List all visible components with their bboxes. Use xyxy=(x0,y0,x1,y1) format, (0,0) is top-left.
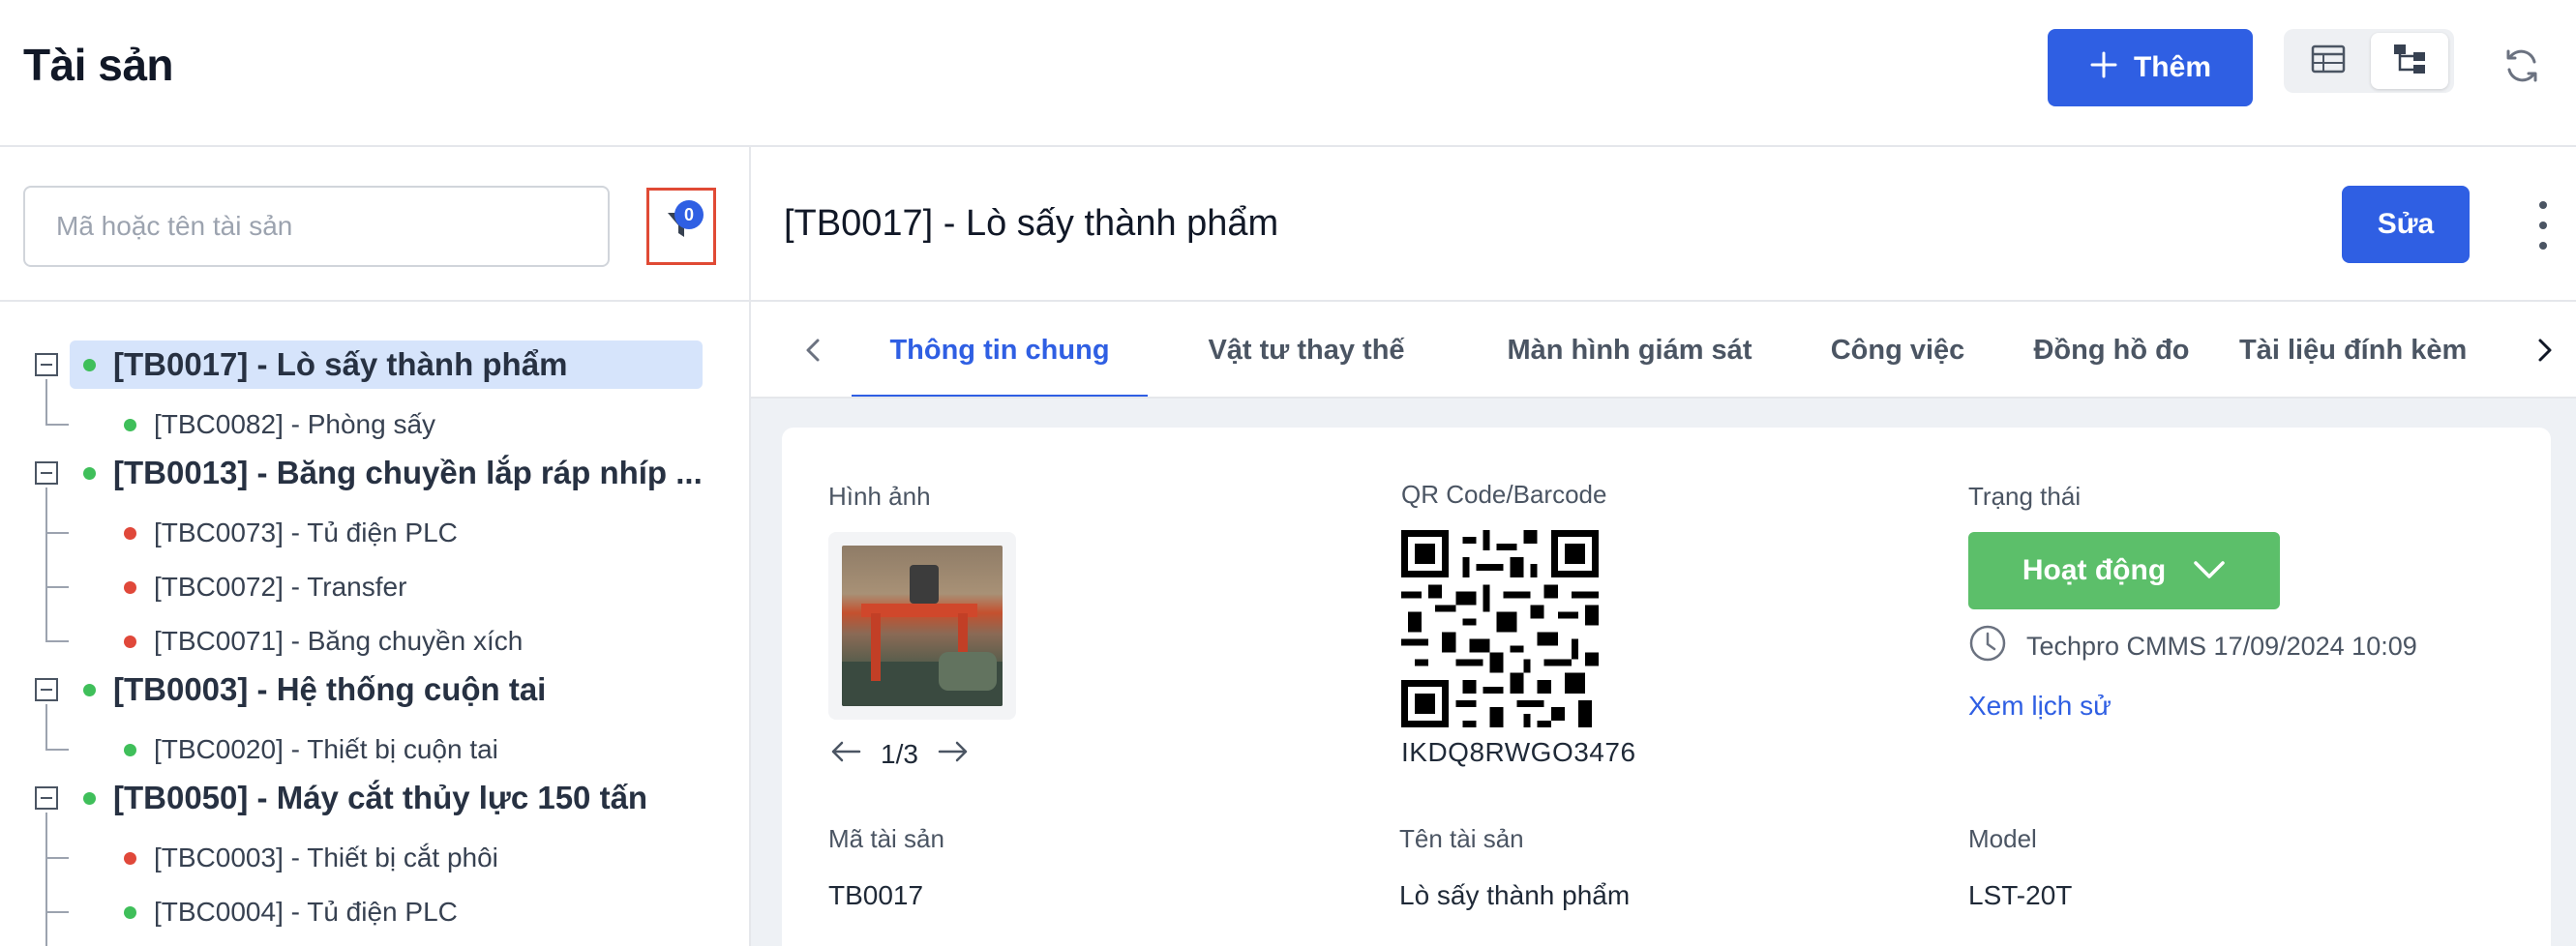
tree-connector xyxy=(45,532,69,534)
table-icon xyxy=(2311,44,2346,78)
general-info-card: Hình ảnh 1/3 QR Code/Barcode IKDQ8RWGO34… xyxy=(782,428,2551,946)
status-dot xyxy=(83,358,96,371)
tab-spare-parts[interactable]: Vật tư thay thế xyxy=(1161,302,1452,397)
add-button-label: Thêm xyxy=(2133,51,2211,83)
tree-child-node[interactable]: [TBC0020] - Thiết bị cuộn tai xyxy=(0,727,735,772)
status-dot xyxy=(124,526,136,540)
qr-label: QR Code/Barcode xyxy=(1401,480,1607,509)
collapse-toggle[interactable] xyxy=(35,461,58,485)
add-button[interactable]: Thêm xyxy=(2048,29,2253,106)
tab-attachments[interactable]: Tài liệu đính kèm xyxy=(2239,302,2510,397)
tree-connector xyxy=(45,749,69,751)
tree-node[interactable]: [TB0017] - Lò sấy thành phẩm xyxy=(0,340,735,389)
search-input[interactable] xyxy=(23,186,610,267)
asset-code-value: TB0017 xyxy=(828,880,924,910)
image-pager-text: 1/3 xyxy=(881,739,918,769)
tree-node-label[interactable]: [TB0050] - Máy cắt thủy lực 150 tấn xyxy=(70,774,667,822)
search-bar: 0 xyxy=(0,147,749,302)
tab-monitoring[interactable]: Màn hình giám sát xyxy=(1467,302,1792,397)
status-dot xyxy=(83,683,96,696)
arrow-left-icon[interactable] xyxy=(830,739,861,770)
filter-count-badge: 0 xyxy=(674,200,704,229)
detail-title: [TB0017] - Lò sấy thành phẩm xyxy=(784,203,1279,244)
tree-icon xyxy=(2392,43,2427,80)
image-pager: 1/3 xyxy=(830,735,995,774)
more-options-icon[interactable] xyxy=(2531,201,2555,250)
tree-view-button[interactable] xyxy=(2371,33,2448,89)
status-dot xyxy=(124,851,136,865)
collapse-toggle[interactable] xyxy=(35,353,58,376)
tree-connector xyxy=(45,640,69,642)
top-bar: Tài sản Thêm xyxy=(0,0,2576,147)
status-dot xyxy=(124,418,136,431)
status-dot xyxy=(124,635,136,648)
tree-connector xyxy=(45,424,69,426)
clock-icon xyxy=(1968,624,2007,669)
asset-name-label: Tên tài sản xyxy=(1399,824,1524,853)
asset-photo xyxy=(842,546,1003,706)
tree-node-label[interactable]: [TB0013] - Băng chuyền lắp ráp nhíp ... xyxy=(70,449,722,497)
edit-button[interactable]: Sửa xyxy=(2342,186,2470,263)
tree-child-node[interactable]: [TBC0003] - Thiết bị cắt phôi xyxy=(0,836,735,880)
status-value: Hoạt động xyxy=(2022,554,2167,586)
status-meta-text: Techpro CMMS 17/09/2024 10:09 xyxy=(2026,631,2417,661)
view-toggle xyxy=(2284,29,2454,93)
tab-scroll-left-icon[interactable] xyxy=(794,331,832,370)
status-label: Trạng thái xyxy=(1968,482,2082,511)
asset-name-value: Lò sấy thành phẩm xyxy=(1399,880,1631,910)
tree-connector xyxy=(45,586,69,588)
qr-code-image xyxy=(1401,530,1599,727)
tree-node-label[interactable]: [TB0003] - Hệ thống cuộn tai xyxy=(70,665,565,714)
table-view-button[interactable] xyxy=(2290,33,2367,89)
filter-button[interactable]: 0 xyxy=(646,188,716,265)
tree-child-node[interactable]: [TBC0073] - Tủ điện PLC xyxy=(0,511,735,555)
page-title: Tài sản xyxy=(23,40,174,90)
chevron-down-icon xyxy=(2193,554,2226,587)
tab-general-info[interactable]: Thông tin chung xyxy=(852,302,1148,397)
refresh-icon xyxy=(2502,46,2541,90)
status-dot xyxy=(124,580,136,594)
tab-scroll-right-icon[interactable] xyxy=(2526,331,2564,370)
tab-meters[interactable]: Đồng hồ đo xyxy=(2005,302,2218,397)
image-label: Hình ảnh xyxy=(828,482,931,511)
status-dot xyxy=(83,791,96,805)
tree-node[interactable]: [TB0003] - Hệ thống cuộn tai xyxy=(0,665,735,714)
qr-code-text: IKDQ8RWGO3476 xyxy=(1401,737,1636,767)
tree-child-node[interactable]: [TBC0004] - Tủ điện PLC xyxy=(0,890,735,934)
asset-code-label: Mã tài sản xyxy=(828,824,944,853)
status-dot xyxy=(83,466,96,480)
collapse-toggle[interactable] xyxy=(35,678,58,701)
model-value: LST-20T xyxy=(1968,880,2073,910)
tree-node[interactable]: [TB0050] - Máy cắt thủy lực 150 tấn xyxy=(0,774,735,822)
detail-header: [TB0017] - Lò sấy thành phẩm Sửa xyxy=(751,147,2576,302)
tree-node-label[interactable]: [TB0017] - Lò sấy thành phẩm xyxy=(70,340,703,389)
asset-image[interactable] xyxy=(828,532,1016,720)
status-dropdown[interactable]: Hoạt động xyxy=(1968,532,2280,609)
tree-child-node[interactable]: [TBC0071] - Băng chuyền xích xyxy=(0,619,735,664)
tree-child-node[interactable]: [TBC0072] - Transfer xyxy=(0,565,735,609)
asset-detail-panel: [TB0017] - Lò sấy thành phẩm Sửa Thông t… xyxy=(751,147,2576,946)
tree-connector xyxy=(45,857,69,859)
refresh-button[interactable] xyxy=(2501,46,2543,89)
status-dot xyxy=(124,905,136,919)
arrow-right-icon[interactable] xyxy=(938,739,969,770)
plus-icon xyxy=(2089,44,2118,87)
asset-tree-panel: 0 [TB0017] - Lò sấy thành phẩm [TBC0082]… xyxy=(0,147,751,946)
status-dot xyxy=(124,743,136,756)
model-label: Model xyxy=(1968,824,2037,853)
tree-connector xyxy=(45,911,69,913)
tree-child-node[interactable]: [TBC0082] - Phòng sấy xyxy=(0,402,735,447)
tree-node[interactable]: [TB0013] - Băng chuyền lắp ráp nhíp ... xyxy=(0,449,735,497)
tab-work-orders[interactable]: Công việc xyxy=(1806,302,1990,397)
view-history-link[interactable]: Xem lịch sử xyxy=(1968,691,2112,722)
status-meta: Techpro CMMS 17/09/2024 10:09 xyxy=(1968,625,2417,667)
detail-tabs: Thông tin chung Vật tư thay thế Màn hình… xyxy=(751,302,2576,399)
collapse-toggle[interactable] xyxy=(35,786,58,810)
